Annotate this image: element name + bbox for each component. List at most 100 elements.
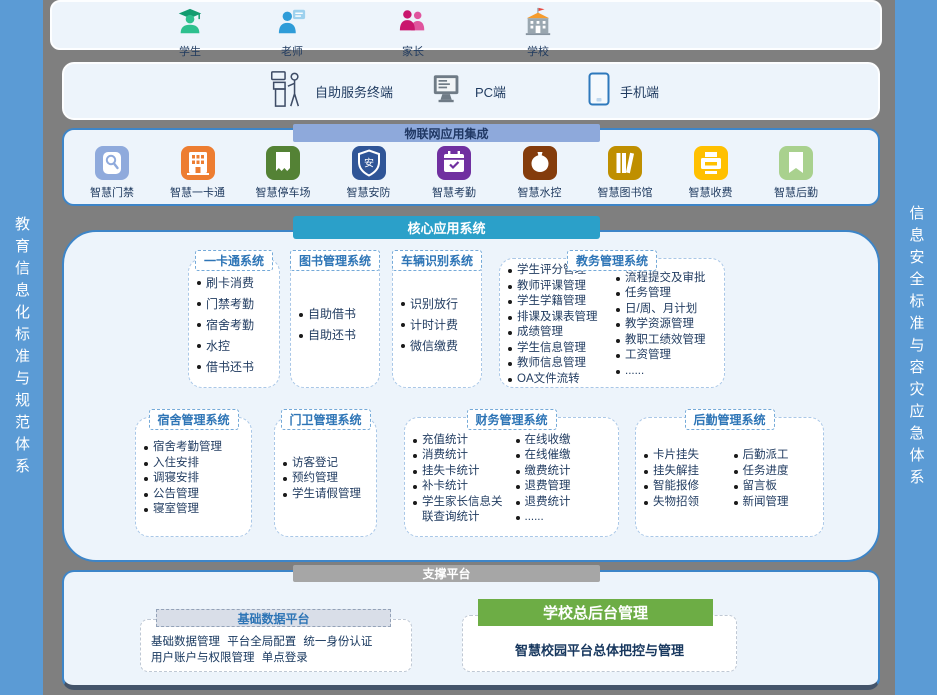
iot-item-label: 智慧停车场 (256, 184, 311, 200)
support-panel: 基础数据平台 基础数据管理 平台全局配置 统一身份认证 用户账户与权限管理 单点… (62, 570, 880, 690)
bullet-icon (516, 439, 520, 443)
list-item-label: 教师信息管理 (517, 356, 586, 372)
users-panel: 学生 老师 家长 学校 (50, 0, 882, 50)
user-item-label: 学校 (527, 43, 549, 59)
list-item-label: 失物招领 (653, 495, 699, 511)
library-books-icon (608, 146, 642, 180)
parking-icon (266, 146, 300, 180)
bullet-icon (644, 470, 648, 474)
system-body: 充值统计消费统计挂失卡统计补卡统计学生家长信息关联查询统计 在线收缴在线催缴缴费… (405, 418, 618, 536)
iot-items-row: 智慧门禁 智慧一卡通 智慧停车场 安 智慧安防 (64, 146, 878, 200)
system-box-gatekeeper: 门卫管理系统 访客登记预约管理学生请假管理 (274, 417, 377, 537)
list-item: 任务管理 (616, 286, 722, 302)
list-item-label: 退费统计 (525, 495, 571, 511)
support-section-header: 支撑平台 (293, 565, 600, 582)
bullet-icon (734, 454, 738, 458)
system-items-column: 识别放行计时计费微信缴费 (401, 267, 479, 383)
list-item-label: 识别放行 (410, 294, 458, 315)
list-item: 流程提交及审批 (616, 271, 722, 287)
system-body: 卡片挂失挂失解挂智能报修失物招领 后勤派工任务进度留言板新闻管理 (636, 418, 823, 536)
list-item: 微信缴费 (401, 336, 479, 357)
bullet-icon (299, 334, 303, 338)
list-item: 教师评课管理 (508, 279, 614, 295)
iot-item-security: 安 智慧安防 (337, 146, 401, 200)
bullet-icon (197, 323, 201, 327)
school-admin-header: 学校总后台管理 (478, 599, 713, 626)
bullet-icon (413, 485, 417, 489)
attendance-calendar-icon (437, 146, 471, 180)
system-box-onecard: 一卡通系统 刷卡消费门禁考勤宿舍考勤水控借书还书 (188, 258, 280, 388)
list-item-label: 预约管理 (292, 471, 338, 487)
iot-item-label: 智慧水控 (518, 184, 562, 200)
list-item: ...... (616, 364, 722, 380)
system-items-column: 流程提交及审批任务管理日/周、月计划教学资源管理教职工绩效管理工资管理.....… (616, 267, 722, 383)
list-item-label: 后勤派工 (743, 448, 789, 464)
list-item: 借书还书 (197, 357, 277, 378)
bullet-icon (616, 277, 620, 281)
bullet-icon (413, 454, 417, 458)
user-item-school: 学校 (496, 6, 580, 59)
iot-item-access: 智慧门禁 (80, 146, 144, 200)
system-items-column: 宿舍考勤管理入住安排调寝安排公告管理寝室管理 (144, 426, 249, 532)
user-item-label: 老师 (281, 43, 303, 59)
list-item: 预约管理 (283, 471, 374, 487)
bullet-icon (299, 313, 303, 317)
bullet-icon (144, 462, 148, 466)
list-item: 教师信息管理 (508, 356, 614, 372)
list-item: 宿舍考勤管理 (144, 440, 249, 456)
iot-item-label: 智慧图书馆 (598, 184, 653, 200)
base-platform-line: 用户账户与权限管理 单点登录 (151, 650, 405, 666)
list-item: 调寝安排 (144, 471, 249, 487)
user-item-student: 学生 (148, 6, 232, 59)
system-title: 车辆识别系统 (392, 250, 482, 271)
list-item: 工资管理 (616, 348, 722, 364)
list-item-label: 退费管理 (525, 479, 571, 495)
list-item: 水控 (197, 336, 277, 357)
iot-item-library: 智慧图书馆 (593, 146, 657, 200)
system-box-vehicle: 车辆识别系统 识别放行计时计费微信缴费 (392, 258, 482, 388)
left-sidebar-label: 教育信息化标准与规范体系 (11, 216, 32, 480)
bullet-icon (144, 508, 148, 512)
list-item: 宿舍考勤 (197, 315, 277, 336)
list-item-label: 卡片挂失 (653, 448, 699, 464)
right-standards-sidebar: 信息安全标准与容灾应急体系 (895, 0, 937, 695)
bullet-icon (734, 501, 738, 505)
list-item: 补卡统计 (413, 479, 514, 495)
list-item-label: 补卡统计 (422, 479, 468, 495)
list-item: 入住安排 (144, 456, 249, 472)
list-item: 访客登记 (283, 456, 374, 472)
list-item: 寝室管理 (144, 502, 249, 518)
system-body: 学生评分管理教师评课管理学生学籍管理排课及课表管理成绩管理学生信息管理教师信息管… (500, 259, 724, 387)
list-item-label: 成绩管理 (517, 325, 563, 341)
list-item-label: 智能报修 (653, 479, 699, 495)
list-item: 学生家长信息关联查询统计 (413, 495, 514, 526)
bullet-icon (516, 516, 520, 520)
bullet-icon (734, 485, 738, 489)
list-item: 公告管理 (144, 487, 249, 503)
bullet-icon (734, 470, 738, 474)
bullet-icon (644, 501, 648, 505)
system-body: 识别放行计时计费微信缴费 (393, 259, 481, 387)
list-item-label: ...... (625, 364, 644, 380)
system-items-column: 卡片挂失挂失解挂智能报修失物招领 (644, 426, 732, 532)
list-item-label: ...... (525, 510, 544, 526)
kiosk-icon (267, 69, 305, 114)
bullet-icon (508, 331, 512, 335)
bullet-icon (144, 493, 148, 497)
device-item-mobile: 手机端 (588, 64, 659, 118)
bullet-icon (516, 470, 520, 474)
base-data-platform-header: 基础数据平台 (156, 609, 391, 627)
bullet-icon (644, 485, 648, 489)
list-item-label: 公告管理 (153, 487, 199, 503)
list-item: 充值统计 (413, 433, 514, 449)
bullet-icon (616, 292, 620, 296)
list-item: 留言板 (734, 479, 822, 495)
one-card-icon (181, 146, 215, 180)
list-item: 挂失解挂 (644, 464, 732, 480)
system-title: 一卡通系统 (195, 250, 273, 271)
system-body: 刷卡消费门禁考勤宿舍考勤水控借书还书 (189, 259, 279, 387)
list-item-label: 教学资源管理 (625, 317, 694, 333)
list-item-label: 充值统计 (422, 433, 468, 449)
iot-item-label: 智慧安防 (347, 184, 391, 200)
list-item: 刷卡消费 (197, 273, 277, 294)
